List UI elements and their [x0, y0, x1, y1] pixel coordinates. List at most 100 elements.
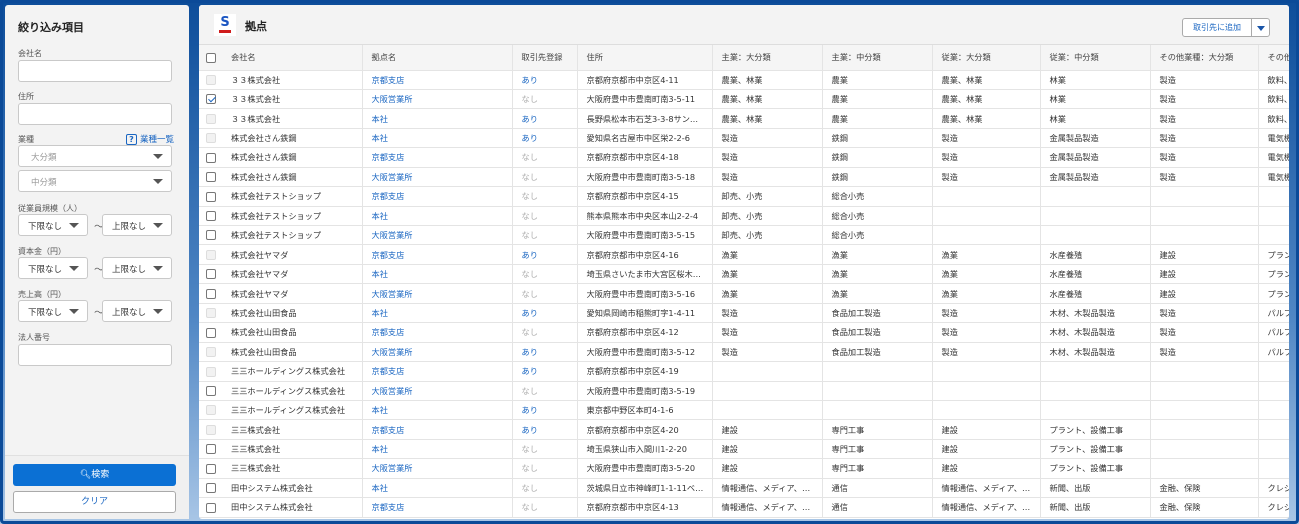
location-name-link[interactable]: 京都支店: [362, 419, 513, 440]
location-name-link[interactable]: 大阪営業所: [362, 89, 513, 110]
column-header[interactable]: その他業種：大分類: [1150, 45, 1259, 71]
capital-min-select[interactable]: 下限なし: [18, 257, 88, 279]
address-input[interactable]: [18, 103, 172, 125]
row-checkbox[interactable]: [206, 172, 216, 183]
row-checkbox[interactable]: [206, 444, 216, 455]
location-name-link[interactable]: 大阪営業所: [362, 458, 513, 479]
row-checkbox[interactable]: [206, 288, 216, 299]
other-industry-middle: 電気機: [1258, 147, 1289, 168]
location-name-link[interactable]: 大阪営業所: [362, 381, 513, 401]
row-checkbox[interactable]: [206, 94, 216, 105]
sales-min-select[interactable]: 下限なし: [18, 300, 88, 322]
row-checkbox[interactable]: [206, 483, 216, 494]
other-industry-major: [1150, 361, 1259, 382]
other-industry-middle: [1258, 400, 1289, 421]
address: 京都府京都市中京区4-16: [577, 244, 713, 265]
other-industry-middle: クレジ: [1258, 478, 1289, 499]
column-header[interactable]: 主業：中分類: [822, 45, 933, 71]
row-checkbox: [206, 405, 216, 416]
sales-max-select[interactable]: 上限なし: [102, 300, 172, 322]
main-industry-major: [712, 400, 823, 421]
industry-label: 業種: [18, 135, 34, 144]
row-checkbox[interactable]: [206, 385, 216, 396]
location-name-link[interactable]: 京都支店: [362, 186, 513, 207]
account-registered: なし: [512, 167, 578, 188]
row-checkbox[interactable]: [206, 327, 216, 338]
location-name-link[interactable]: 京都支店: [362, 322, 513, 343]
location-name-link[interactable]: 本社: [362, 128, 513, 149]
sub-industry-middle: 新聞、出版: [1040, 478, 1151, 499]
industry-list-link[interactable]: ? 業種一覧: [126, 133, 174, 145]
row-checkbox[interactable]: [206, 463, 216, 474]
add-options-dropdown[interactable]: [1251, 18, 1270, 37]
column-header[interactable]: その他: [1258, 45, 1289, 71]
location-name-link[interactable]: 大阪営業所: [362, 342, 513, 363]
company-input[interactable]: [18, 60, 172, 82]
column-header[interactable]: 拠点名: [362, 45, 513, 71]
address: 愛知県名古屋市中区栄2-2-6: [577, 128, 713, 149]
location-name-link[interactable]: 京都支店: [362, 147, 513, 168]
location-name-link[interactable]: 本社: [362, 478, 513, 499]
location-name-link[interactable]: 本社: [362, 264, 513, 285]
column-header[interactable]: 会社名: [222, 45, 363, 71]
company-name: 株式会社テストショップ: [222, 225, 363, 246]
column-header[interactable]: 取引先登録: [512, 45, 578, 71]
account-registered: なし: [512, 381, 578, 401]
location-name-link[interactable]: 本社: [362, 400, 513, 421]
row-checkbox[interactable]: [206, 269, 216, 280]
sub-industry-middle: 水産養殖: [1040, 264, 1151, 285]
table-row: 株式会社ヤマダ 大阪営業所 なし 大阪府豊中市豊南町南3-5-16 漁業 漁業 漁業 水産養殖…: [199, 283, 1289, 304]
address: 愛知県岡崎市稲熊町字1-4-11: [577, 303, 713, 324]
capital-max-select[interactable]: 上限なし: [102, 257, 172, 279]
row-checkbox[interactable]: [206, 211, 216, 222]
location-name-link[interactable]: 京都支店: [362, 497, 513, 518]
column-header[interactable]: 従業：中分類: [1040, 45, 1151, 71]
clear-button[interactable]: クリア: [13, 491, 176, 513]
industry-major-select[interactable]: 大分類: [18, 145, 172, 167]
location-name-link[interactable]: 京都支店: [362, 70, 513, 90]
row-checkbox: [206, 308, 216, 319]
location-name-link[interactable]: 大阪営業所: [362, 167, 513, 188]
row-checkbox[interactable]: [206, 191, 216, 202]
location-name-link[interactable]: 京都支店: [362, 244, 513, 265]
row-select-cell: [199, 206, 222, 227]
other-industry-major: 製造: [1150, 303, 1259, 324]
employees-max-select[interactable]: 上限なし: [102, 214, 172, 236]
column-header[interactable]: 主業：大分類: [712, 45, 823, 71]
employees-label: 従業員規模（人）: [18, 204, 82, 213]
location-name-link[interactable]: 大阪営業所: [362, 283, 513, 304]
row-checkbox[interactable]: [206, 152, 216, 163]
account-registered: なし: [512, 206, 578, 227]
sub-industry-middle: 林業: [1040, 108, 1151, 129]
main-industry-major: 漁業: [712, 264, 823, 285]
other-industry-middle: 飲料、: [1258, 89, 1289, 110]
row-checkbox[interactable]: [206, 502, 216, 513]
main-industry-middle: 漁業: [822, 264, 933, 285]
employees-min-select[interactable]: 下限なし: [18, 214, 88, 236]
location-name-link[interactable]: 本社: [362, 303, 513, 324]
other-industry-middle: パルプ: [1258, 303, 1289, 324]
address: 大阪府豊中市豊南町南3-5-16: [577, 283, 713, 304]
row-select-cell: [199, 147, 222, 168]
location-name-link[interactable]: 本社: [362, 439, 513, 460]
main-industry-major: 建設: [712, 419, 823, 440]
row-select-cell: [199, 283, 222, 304]
corp-number-input[interactable]: [18, 344, 172, 366]
select-all-checkbox[interactable]: [206, 52, 216, 63]
address: 熊本県熊本市中央区本山2-2-4: [577, 206, 713, 227]
column-header[interactable]: 住所: [577, 45, 713, 71]
industry-middle-select[interactable]: 中分類: [18, 170, 172, 192]
location-name-link[interactable]: 本社: [362, 108, 513, 129]
company-name: 三三株式会社: [222, 439, 363, 460]
select-all-cell: [199, 45, 222, 71]
add-to-accounts-button[interactable]: 取引先に追加: [1182, 18, 1252, 37]
location-name-link[interactable]: 大阪営業所: [362, 225, 513, 246]
table-row: 株式会社さん鉄鋼 京都支店 なし 京都府京都市中京区4-18 製造 鉄鋼 製造 金属製品製造製…: [199, 147, 1289, 168]
search-button[interactable]: 🔍︎検索: [13, 464, 176, 486]
column-header[interactable]: 従業：大分類: [932, 45, 1041, 71]
row-select-cell: [199, 439, 222, 460]
company-name: 三三ホールディングス株式会社: [222, 361, 363, 382]
location-name-link[interactable]: 本社: [362, 206, 513, 227]
location-name-link[interactable]: 京都支店: [362, 361, 513, 382]
row-checkbox[interactable]: [206, 230, 216, 241]
